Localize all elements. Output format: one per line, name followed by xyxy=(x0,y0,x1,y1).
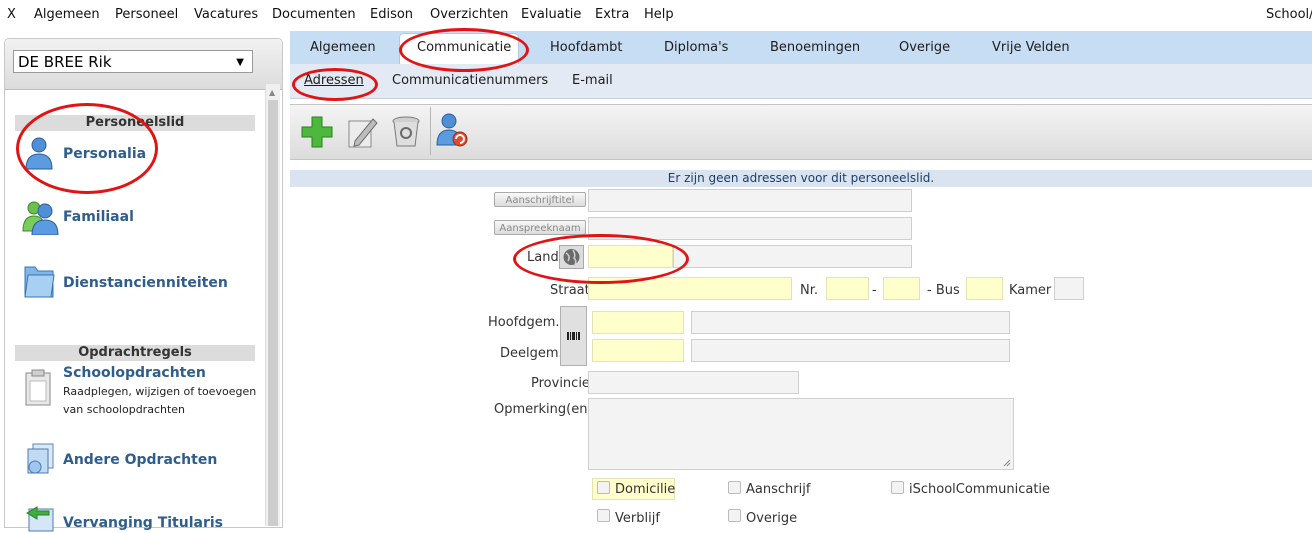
aanschrijf-label: Aanschrijf xyxy=(746,482,811,497)
info-message: Er zijn geen adressen voor dit personeel… xyxy=(290,170,1312,187)
schoolopdrachten-desc-line-2: van schoolopdrachten xyxy=(63,403,186,416)
land-name-field[interactable] xyxy=(673,245,912,268)
domicilie-checkbox[interactable] xyxy=(597,481,610,494)
left-panel-header: DE BREE Rik ▼ xyxy=(5,39,282,90)
annotation-oval-communicatie-tab xyxy=(399,28,529,72)
subtab-communicatienummers[interactable]: Communicatienummers xyxy=(392,73,548,88)
aanschrijf-checkbox[interactable] xyxy=(728,481,741,494)
opmerking-textarea[interactable] xyxy=(588,398,1014,470)
deelgem-name-field[interactable] xyxy=(691,339,1010,362)
annotation-oval-personalia xyxy=(16,103,158,194)
tab-hoofdambt[interactable]: Hoofdambt xyxy=(550,40,623,55)
documents-icon xyxy=(27,443,54,474)
nav-dienstancienniteiten[interactable]: Dienstancienniteiten xyxy=(63,275,228,291)
scroll-up-icon[interactable]: ▲ xyxy=(269,88,275,97)
nr-label: Nr. xyxy=(800,283,819,298)
chevron-down-icon: ▼ xyxy=(236,57,244,68)
nav-andere-opdrachten[interactable]: Andere Opdrachten xyxy=(63,452,217,468)
aanspreeknaam-button[interactable]: Aanspreeknaam xyxy=(494,220,586,235)
nav-schoolopdrachten[interactable]: Schoolopdrachten xyxy=(63,365,206,381)
tab-algemeen[interactable]: Algemeen xyxy=(310,40,376,55)
toolbar-separator xyxy=(430,107,431,155)
provincie-label: Provincie xyxy=(531,376,590,391)
kamer-field[interactable] xyxy=(1054,277,1084,300)
schoolopdrachten-description: Raadplegen, wijzigen of toevoegen van sc… xyxy=(63,383,256,419)
delete-icon[interactable] xyxy=(388,113,424,149)
tab-overige[interactable]: Overige xyxy=(899,40,950,55)
aanschrijftitel-button[interactable]: Aanschrijftitel xyxy=(494,192,586,207)
overige-checkbox[interactable] xyxy=(728,509,741,522)
menu-help[interactable]: Help xyxy=(644,7,674,22)
hoofdgem-name-field[interactable] xyxy=(691,311,1010,334)
section-opdrachtregels: Opdrachtregels xyxy=(15,345,255,361)
domicilie-label: Domicilie xyxy=(615,482,676,497)
straat-label: Straat xyxy=(550,283,590,298)
folder-icon xyxy=(24,266,55,298)
resize-handle-icon[interactable] xyxy=(1003,459,1011,467)
menu-overzichten[interactable]: Overzichten xyxy=(430,7,508,22)
nr-dash-label: - xyxy=(872,283,877,298)
edit-icon[interactable] xyxy=(345,115,379,149)
hoofdgem-label: Hoofdgem. xyxy=(488,315,560,330)
verblijf-label: Verblijf xyxy=(615,511,660,526)
deelgem-label: Deelgem. xyxy=(500,346,563,361)
left-panel-scrollbar[interactable]: ▲ xyxy=(265,84,280,526)
person-select-value: DE BREE Rik xyxy=(18,53,112,71)
toolbar xyxy=(290,104,1312,160)
nr-suffix-field[interactable] xyxy=(883,277,920,300)
subtab-email[interactable]: E-mail xyxy=(572,73,613,88)
person-refresh-icon[interactable] xyxy=(434,111,470,149)
app-title: School/ xyxy=(1266,7,1312,22)
tab-diplomas[interactable]: Diploma's xyxy=(664,40,728,55)
menu-vacatures[interactable]: Vacatures xyxy=(194,7,258,22)
bus-field[interactable] xyxy=(966,277,1003,300)
schoolopdrachten-desc-line-1: Raadplegen, wijzigen of toevoegen xyxy=(63,385,257,398)
postcode-lookup-icon[interactable] xyxy=(560,306,587,366)
scrollbar-thumb[interactable] xyxy=(268,100,278,526)
menu-bar: X Algemeen Personeel Vacatures Documente… xyxy=(0,0,1312,31)
family-icon xyxy=(22,201,59,235)
clipboard-icon xyxy=(25,369,51,406)
annotation-oval-land xyxy=(513,234,689,284)
verblijf-checkbox[interactable] xyxy=(597,509,610,522)
kamer-label: Kamer xyxy=(1009,283,1052,298)
hoofdgem-postcode-field[interactable] xyxy=(592,311,684,334)
menu-extra[interactable]: Extra xyxy=(595,7,629,22)
overige-label: Overige xyxy=(746,511,798,526)
swap-icon xyxy=(26,506,54,532)
ischoolcommunicatie-checkbox[interactable] xyxy=(891,481,904,494)
menu-edison[interactable]: Edison xyxy=(370,7,413,22)
deelgem-postcode-field[interactable] xyxy=(592,339,684,362)
aanschrijftitel-field[interactable] xyxy=(588,189,912,212)
ischoolcommunicatie-label: iSchoolCommunicatie xyxy=(909,482,1051,497)
nr-field[interactable] xyxy=(826,277,869,300)
nav-familiaal[interactable]: Familiaal xyxy=(63,209,134,225)
add-icon[interactable] xyxy=(300,115,334,149)
person-select[interactable]: DE BREE Rik ▼ xyxy=(13,50,253,73)
menu-evaluatie[interactable]: Evaluatie xyxy=(521,7,581,22)
bus-label: - Bus xyxy=(927,283,960,298)
provincie-field[interactable] xyxy=(588,371,799,394)
menu-close[interactable]: X xyxy=(7,7,16,22)
annotation-oval-adressen-subtab xyxy=(292,68,378,101)
menu-personeel[interactable]: Personeel xyxy=(115,7,178,22)
nav-vervanging-titularis[interactable]: Vervanging Titularis xyxy=(63,515,223,531)
tab-benoemingen[interactable]: Benoemingen xyxy=(770,40,860,55)
menu-algemeen[interactable]: Algemeen xyxy=(34,7,100,22)
tab-vrije-velden[interactable]: Vrije Velden xyxy=(992,40,1070,55)
menu-documenten[interactable]: Documenten xyxy=(272,7,356,22)
opmerking-label: Opmerking(en) xyxy=(494,402,593,417)
